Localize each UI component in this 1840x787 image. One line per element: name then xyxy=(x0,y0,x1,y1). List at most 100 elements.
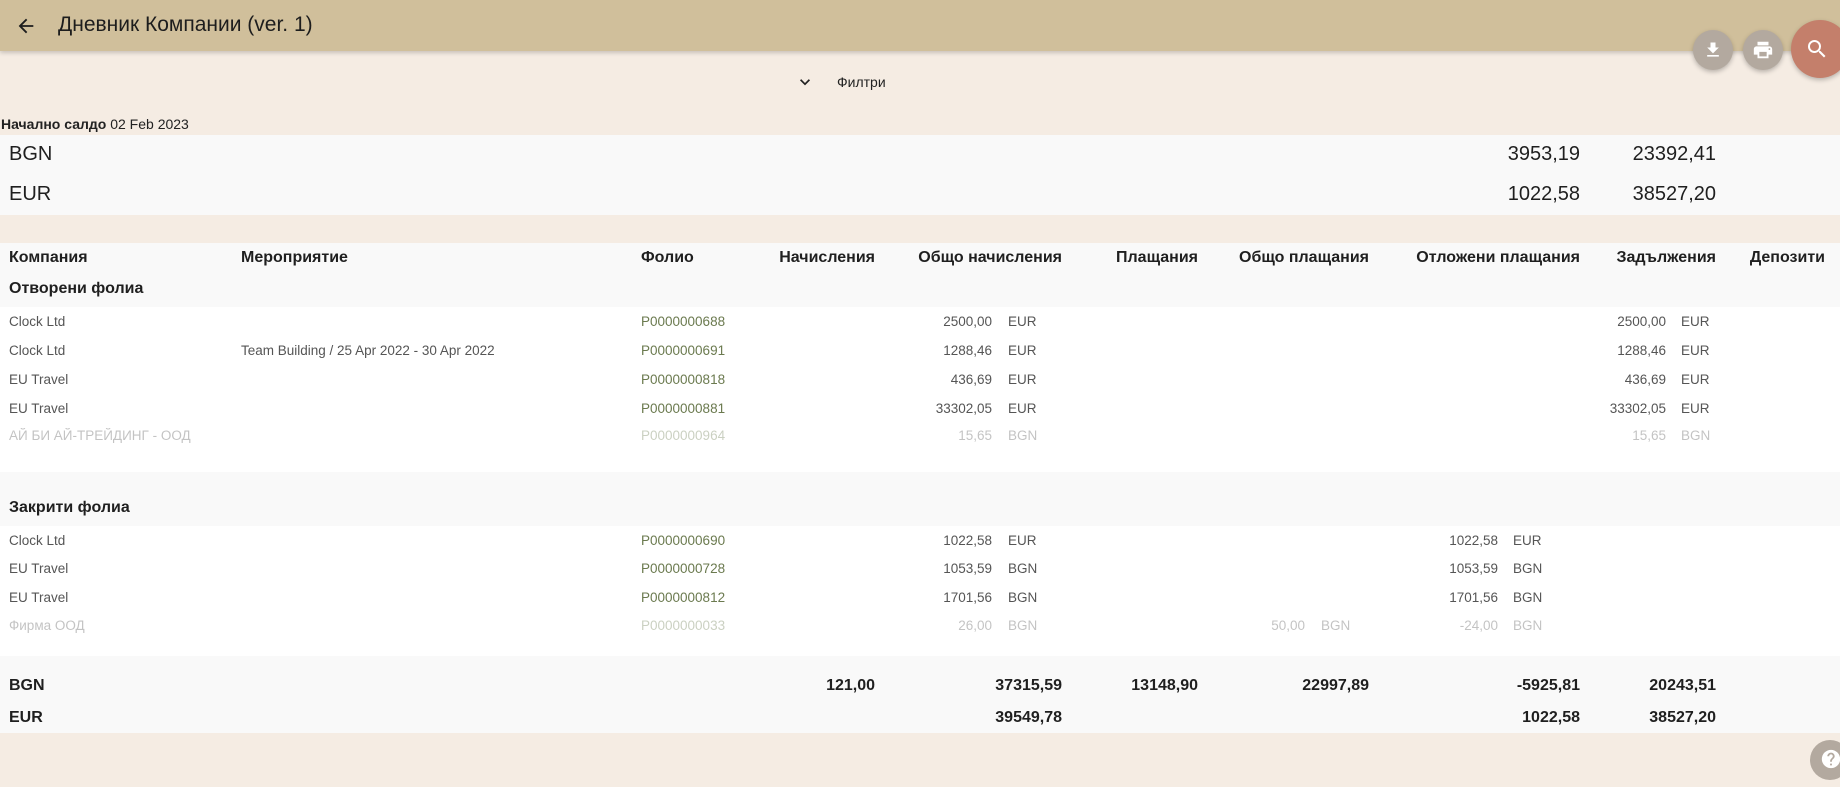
table-row[interactable]: Clock Ltd Team Building / 25 Apr 2022 - … xyxy=(0,336,1840,365)
cell-total-charges: 15,65 xyxy=(958,428,992,443)
cell-total-charges: 2500,00 xyxy=(943,314,992,329)
closed-folios-title: Закрити фолиа xyxy=(9,499,130,516)
cell-total-charges: 26,00 xyxy=(958,618,992,633)
totals-charges: 121,00 xyxy=(826,677,875,694)
totals-total-payments: 22997,89 xyxy=(1302,677,1369,694)
cell-folio[interactable]: P0000000691 xyxy=(641,343,725,358)
download-button[interactable] xyxy=(1693,30,1733,70)
col-charges[interactable]: Начисления xyxy=(779,249,875,267)
opening-balance-label: Начално салдо xyxy=(1,116,107,132)
cell-total-charges-currency: BGN xyxy=(1008,428,1038,443)
cell-company: EU Travel xyxy=(9,561,69,576)
cell-debts: 436,69 xyxy=(1624,372,1666,387)
cell-deferred: -24,00 xyxy=(1459,618,1498,633)
cell-total-charges-currency: BGN xyxy=(1008,590,1038,605)
filters-toggle[interactable]: Филтри xyxy=(795,70,886,94)
cell-folio[interactable]: P0000000812 xyxy=(641,590,725,605)
help-button[interactable] xyxy=(1810,740,1840,780)
cell-company: АЙ БИ АЙ-ТРЕЙДИНГ - ООД xyxy=(9,428,191,443)
cell-debts: 33302,05 xyxy=(1609,401,1666,416)
col-company[interactable]: Компания xyxy=(9,249,88,267)
cell-company: Clock Ltd xyxy=(9,314,66,329)
cell-folio[interactable]: P0000000688 xyxy=(641,314,725,329)
col-event[interactable]: Мероприятие xyxy=(241,249,348,267)
cell-debts-currency: BGN xyxy=(1681,428,1711,443)
open-folios-title: Отворени фолиа xyxy=(9,280,144,297)
totals-row: EUR 39549,78 1022,58 38527,20 xyxy=(0,702,1840,734)
totals-currency: BGN xyxy=(9,677,45,694)
cell-debts-currency: EUR xyxy=(1681,314,1710,329)
col-total-payments[interactable]: Общо плащания xyxy=(1239,249,1369,267)
cell-total-charges: 436,69 xyxy=(950,372,992,387)
balance-value-a: 1022,58 xyxy=(1507,183,1580,205)
cell-total-charges: 1053,59 xyxy=(943,561,992,576)
table-row[interactable]: Clock Ltd P0000000690 1022,58 EUR 1022,5… xyxy=(0,526,1840,555)
col-total-charges[interactable]: Общо начисления xyxy=(918,249,1062,267)
table-row[interactable]: АЙ БИ АЙ-ТРЕЙДИНГ - ООД P0000000964 15,6… xyxy=(0,421,1840,450)
cell-total-charges: 1288,46 xyxy=(943,343,992,358)
cell-total-charges-currency: BGN xyxy=(1008,618,1038,633)
cell-total-payments-currency: BGN xyxy=(1321,618,1351,633)
cell-company: Clock Ltd xyxy=(9,533,66,548)
balance-currency: BGN xyxy=(9,143,53,165)
cell-company: Clock Ltd xyxy=(9,343,66,358)
balance-row: EUR 1022,58 38527,20 xyxy=(0,175,1840,215)
filters-label: Филтри xyxy=(837,74,886,90)
table-row[interactable]: EU Travel P0000000881 33302,05 EUR 33302… xyxy=(0,394,1840,423)
totals-debts: 20243,51 xyxy=(1649,677,1716,694)
back-button[interactable] xyxy=(12,12,40,40)
cell-total-charges-currency: EUR xyxy=(1008,533,1037,548)
cell-folio[interactable]: P0000000728 xyxy=(641,561,725,576)
cell-company: Фирма ООД xyxy=(9,618,85,633)
cell-company: EU Travel xyxy=(9,590,69,605)
table-row[interactable]: EU Travel P0000000818 436,69 EUR 436,69 … xyxy=(0,365,1840,394)
totals-deferred: 1022,58 xyxy=(1522,709,1580,726)
balance-value-b: 23392,41 xyxy=(1632,143,1716,165)
print-button[interactable] xyxy=(1743,30,1783,70)
col-deposits[interactable]: Депозити xyxy=(1750,249,1825,267)
table-row[interactable]: Clock Ltd P0000000688 2500,00 EUR 2500,0… xyxy=(0,307,1840,336)
balance-value-b: 38527,20 xyxy=(1632,183,1716,205)
col-payments[interactable]: Плащания xyxy=(1116,249,1198,267)
page-title: Дневник Компании (ver. 1) xyxy=(58,13,313,36)
cell-total-payments: 50,00 xyxy=(1271,618,1305,633)
totals-debts: 38527,20 xyxy=(1649,709,1716,726)
journal-table: Компания Мероприятие Фолио Начисления Об… xyxy=(0,243,1840,733)
cell-total-charges: 33302,05 xyxy=(935,401,992,416)
cell-deferred-currency: BGN xyxy=(1513,590,1543,605)
cell-debts: 15,65 xyxy=(1632,428,1666,443)
cell-deferred-currency: EUR xyxy=(1513,533,1542,548)
cell-debts: 2500,00 xyxy=(1617,314,1666,329)
opening-balance-line: Начално салдо 02 Feb 2023 xyxy=(1,116,189,132)
cell-folio[interactable]: P0000000033 xyxy=(641,618,725,633)
cell-folio[interactable]: P0000000818 xyxy=(641,372,725,387)
balance-currency: EUR xyxy=(9,183,52,205)
cell-folio[interactable]: P0000000881 xyxy=(641,401,725,416)
table-row[interactable]: EU Travel P0000000812 1701,56 BGN 1701,5… xyxy=(0,583,1840,612)
totals-panel: BGN 121,00 37315,59 13148,90 22997,89 -5… xyxy=(0,670,1840,733)
cell-total-charges-currency: BGN xyxy=(1008,561,1038,576)
chevron-down-icon xyxy=(800,79,810,86)
app-bar: Дневник Компании (ver. 1) xyxy=(0,0,1840,51)
print-icon xyxy=(1753,41,1773,59)
totals-deferred: -5925,81 xyxy=(1516,677,1580,694)
table-row[interactable]: Фирма ООД P0000000033 26,00 BGN 50,00 BG… xyxy=(0,611,1840,640)
table-row[interactable]: EU Travel P0000000728 1053,59 BGN 1053,5… xyxy=(0,554,1840,583)
open-folios-list: Clock Ltd P0000000688 2500,00 EUR 2500,0… xyxy=(0,307,1840,472)
cell-deferred: 1022,58 xyxy=(1449,533,1498,548)
balance-row: BGN 3953,19 23392,41 xyxy=(0,135,1840,175)
search-icon xyxy=(1808,40,1826,58)
search-button[interactable] xyxy=(1791,20,1840,78)
opening-balance-date: 02 Feb 2023 xyxy=(110,116,189,132)
col-debts[interactable]: Задължения xyxy=(1616,249,1716,267)
balance-value-a: 3953,19 xyxy=(1507,143,1580,165)
cell-company: EU Travel xyxy=(9,401,69,416)
col-deferred-payments[interactable]: Отложени плащания xyxy=(1416,249,1580,267)
help-icon xyxy=(1821,749,1840,769)
col-folio[interactable]: Фолио xyxy=(641,249,694,267)
cell-debts-currency: EUR xyxy=(1681,372,1710,387)
cell-deferred: 1701,56 xyxy=(1449,590,1498,605)
table-header: Компания Мероприятие Фолио Начисления Об… xyxy=(0,243,1840,273)
cell-folio[interactable]: P0000000964 xyxy=(641,428,725,443)
cell-folio[interactable]: P0000000690 xyxy=(641,533,725,548)
